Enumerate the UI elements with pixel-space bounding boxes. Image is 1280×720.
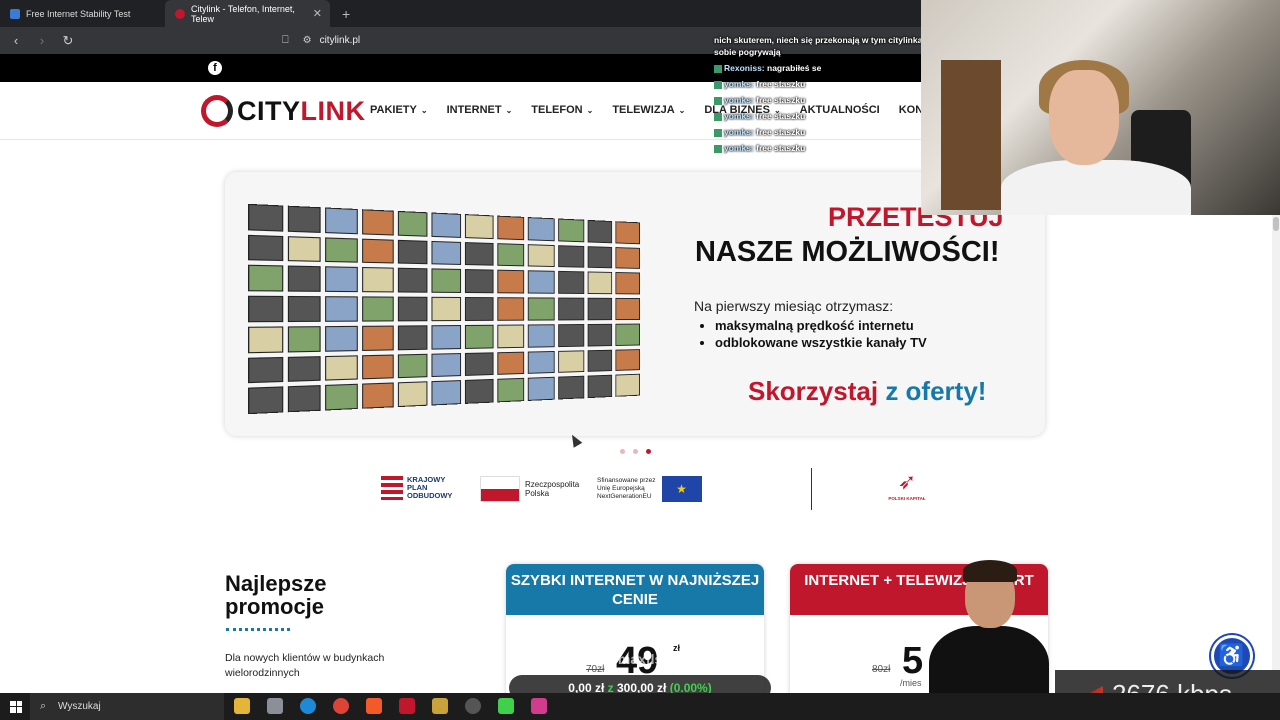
- carousel-dot-active[interactable]: [646, 449, 651, 454]
- kpo-logo: KRAJOWY PLAN ODBUDOWY: [381, 476, 452, 500]
- eagle-icon: ➶: [897, 469, 917, 494]
- search-icon: ⌕: [40, 700, 47, 712]
- webcam-overlay: [921, 0, 1280, 215]
- menu-item-telefon[interactable]: TELEFON ⌄: [531, 104, 593, 116]
- file-explorer-icon[interactable]: [234, 698, 250, 714]
- promo-description: Dla nowych klientów w budynkach wielorod…: [225, 652, 385, 679]
- pk-text: POLSKI KAPITAŁ: [888, 496, 926, 501]
- banner-intro: Na pierwszy miesiąc otrzymasz:: [694, 298, 894, 314]
- eu-text: Sfinansowane przez Unię Europejską NextG…: [597, 477, 656, 500]
- tab-citylink[interactable]: Citylink - Telefon, Internet, Telew ✕: [165, 0, 330, 27]
- promo-title: Najlepsze promocje: [225, 571, 327, 619]
- badge-icon: [714, 96, 722, 105]
- stream-chat: nich skuterem, niech się przekonają w ty…: [714, 30, 954, 154]
- carousel-dot[interactable]: [620, 449, 625, 454]
- chevron-down-icon: ⌄: [505, 106, 513, 115]
- site-info-icon[interactable]: ⚙: [303, 35, 312, 46]
- edge-icon[interactable]: [300, 698, 316, 714]
- reload-icon[interactable]: ↻: [58, 33, 78, 49]
- chat-message: nich skuterem, niech się przekonają w ty…: [714, 35, 946, 57]
- badge-icon: [714, 128, 722, 137]
- rp-text: Rzeczpospolita Polska: [525, 480, 580, 498]
- banner-bullets: maksymalną prędkość internetu odblokowan…: [715, 317, 927, 351]
- facebook-icon[interactable]: f: [208, 61, 222, 75]
- menu-item-telewizja[interactable]: TELEWIZJA ⌄: [612, 104, 685, 116]
- badge-icon: [714, 112, 722, 121]
- tv-wall-image: [248, 203, 640, 415]
- promo-divider: [226, 628, 290, 631]
- old-price: 80zł: [872, 664, 891, 675]
- bookmark-icon[interactable]: ⎕: [282, 34, 289, 47]
- chat-message: yomks: free staszku: [714, 110, 954, 122]
- obs-icon[interactable]: [465, 698, 481, 714]
- chat-message: yomks: free staszku: [714, 78, 954, 90]
- banner-headline-2: NASZE MOŻLIWOŚCI!: [695, 236, 1000, 268]
- tab-favicon-icon: [10, 8, 20, 19]
- brave-icon[interactable]: [366, 698, 382, 714]
- windows-taskbar: ⌕ Wyszukaj: [0, 693, 1280, 720]
- url-text: citylink.pl: [319, 35, 361, 46]
- eu-flag-icon: ★: [661, 476, 702, 502]
- chat-message: Rexoniss: nagrabiłeś se: [714, 62, 954, 74]
- tab-favicon-icon: [175, 8, 185, 19]
- carousel-dots: [620, 449, 659, 454]
- app-icon[interactable]: [498, 698, 514, 714]
- badge-icon: [714, 144, 722, 153]
- chat-message: yomks: free staszku: [714, 126, 954, 138]
- menu-item-internet[interactable]: INTERNET ⌄: [447, 104, 513, 116]
- chrome-icon[interactable]: [333, 698, 349, 714]
- app-icon[interactable]: [399, 698, 415, 714]
- app-icon[interactable]: [531, 698, 547, 714]
- forward-icon[interactable]: ›: [32, 33, 52, 48]
- kpo-text: KRAJOWY PLAN ODBUDOWY: [407, 475, 453, 500]
- chat-message: yomks: free staszku: [714, 94, 954, 106]
- citylink-logo[interactable]: CITYLINK: [201, 95, 366, 127]
- close-tab-icon[interactable]: ✕: [313, 7, 322, 20]
- league-icon[interactable]: [432, 698, 448, 714]
- chevron-down-icon: ⌄: [586, 106, 594, 115]
- banner-bullet: odblokowane wszystkie kanały TV: [715, 334, 927, 351]
- taskbar-search[interactable]: ⌕ Wyszukaj: [30, 693, 224, 720]
- per-month: /mies: [900, 678, 922, 688]
- tab-free-internet-test[interactable]: Free Internet Stability Test: [0, 0, 165, 27]
- new-tab-button[interactable]: +: [342, 6, 350, 22]
- chat-message: yomks: free staszku: [714, 142, 954, 154]
- tab-title: Free Internet Stability Test: [26, 8, 131, 19]
- logo-ring-icon: [201, 95, 233, 127]
- address-field[interactable]: ⎕ ⚙ citylink.pl: [282, 31, 360, 50]
- funding-logos: KRAJOWY PLAN ODBUDOWY Rzeczpospolita Pol…: [0, 470, 1280, 510]
- banner-bullet: maksymalną prędkość internetu: [715, 317, 927, 334]
- logo-divider: [811, 468, 812, 510]
- kpo-flag-icon: [381, 476, 403, 500]
- carousel-dot[interactable]: [633, 449, 638, 454]
- eu-logo: Sfinansowane przez Unię Europejską NextG…: [597, 476, 702, 502]
- poland-flag-icon: [480, 476, 520, 502]
- rp-logo: Rzeczpospolita Polska: [480, 476, 579, 502]
- price: 5: [902, 640, 924, 682]
- badge-icon: [714, 80, 722, 89]
- chevron-down-icon: ⌄: [420, 106, 428, 115]
- polski-kapital-logo: ➶ POLSKI KAPITAŁ: [884, 468, 930, 508]
- offer-card-title: SZYBKI INTERNET W NAJNIŻSZEJ CENIE: [506, 564, 764, 615]
- badge-icon: [714, 64, 722, 73]
- page-scrollbar[interactable]: [1272, 215, 1280, 670]
- back-icon[interactable]: ‹: [6, 33, 26, 48]
- stream-alert-text: randomaxfls: [579, 651, 663, 667]
- windows-start-icon[interactable]: [10, 700, 22, 713]
- currency: zł: [673, 643, 681, 653]
- banner-cta[interactable]: Skorzystaj z oferty!: [748, 376, 986, 407]
- app-icon[interactable]: [267, 698, 283, 714]
- menu-item-pakiety[interactable]: PAKIETY ⌄: [370, 104, 428, 116]
- tab-title: Citylink - Telefon, Internet, Telew: [190, 3, 295, 24]
- logo-city-text: CITY: [237, 95, 301, 126]
- scrollbar-thumb[interactable]: [1273, 217, 1279, 231]
- chevron-down-icon: ⌄: [678, 106, 686, 115]
- logo-link-text: LINK: [300, 95, 366, 126]
